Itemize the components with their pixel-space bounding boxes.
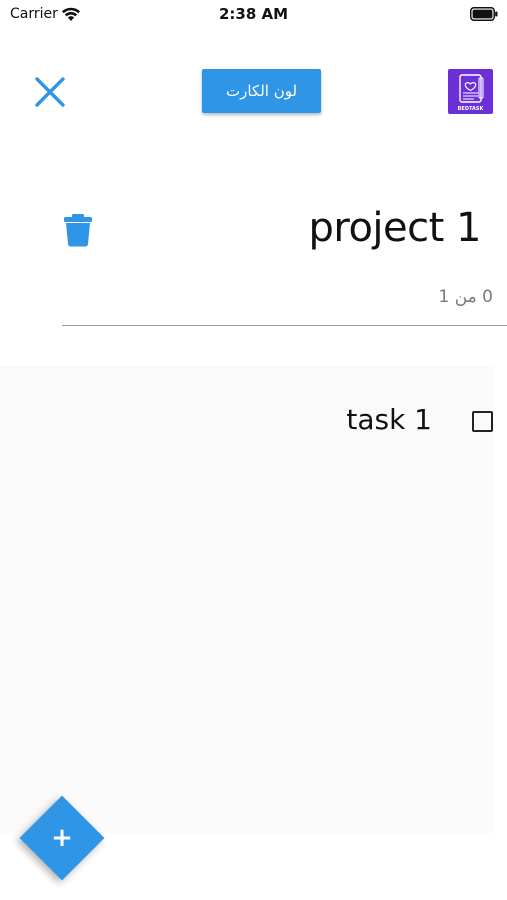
task-row[interactable]: task 1 (0, 403, 494, 439)
task-label[interactable]: task 1 (346, 403, 432, 436)
battery-icon (470, 7, 498, 21)
task-checkbox[interactable] (472, 411, 493, 432)
close-icon (35, 77, 65, 107)
status-time: 2:38 AM (218, 5, 289, 23)
app-logo: BEDTASK (448, 69, 493, 114)
tasks-card: task 1 (0, 365, 494, 833)
trash-icon (64, 214, 92, 247)
task-card-editor-screen: Carrier 2:38 AM لون الكارت BEDTASK proje… (0, 0, 507, 900)
project-title[interactable]: project 1 (309, 205, 482, 251)
status-bar: Carrier 2:38 AM (0, 0, 507, 28)
title-divider (62, 325, 507, 326)
close-button[interactable] (28, 70, 72, 114)
app-logo-text: BEDTASK (458, 106, 485, 112)
project-progress-text: 0 من 1 (438, 287, 493, 307)
card-color-button[interactable]: لون الكارت (202, 69, 321, 113)
app-logo-icon: BEDTASK (458, 74, 485, 112)
delete-project-button[interactable] (63, 212, 93, 248)
